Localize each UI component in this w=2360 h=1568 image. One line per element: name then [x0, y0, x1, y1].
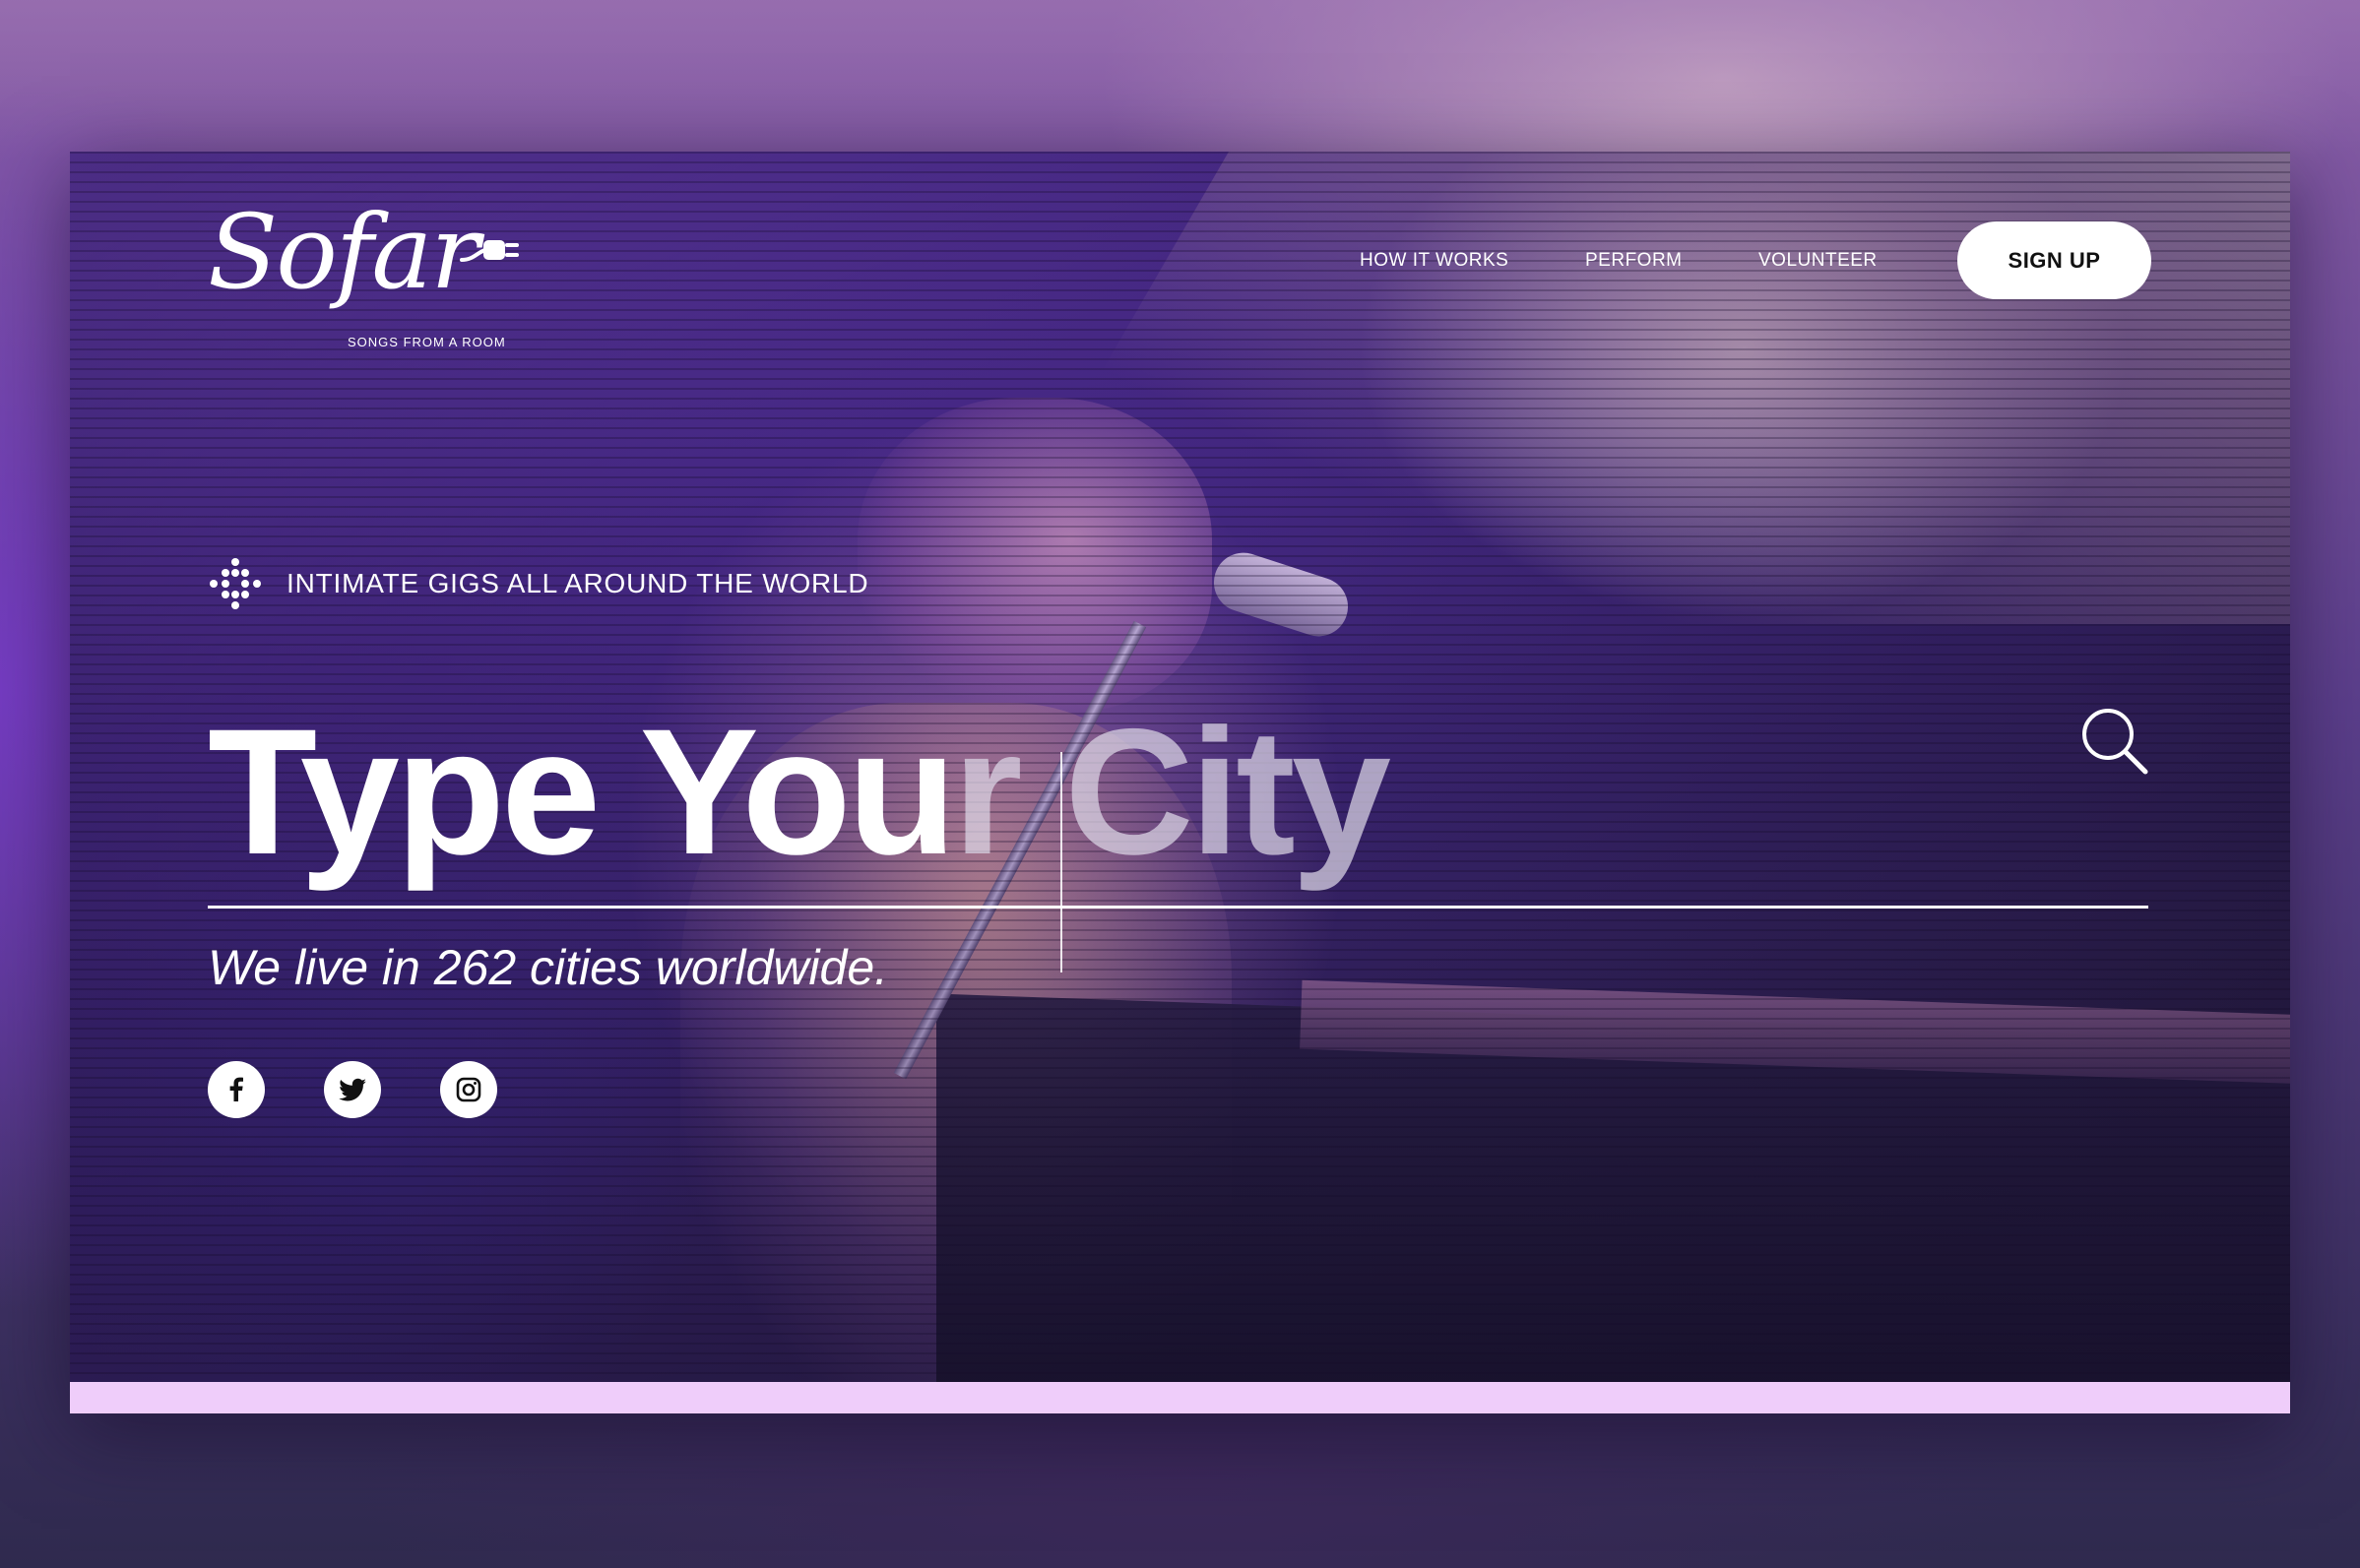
hero-section: Sofar SONGS FROM A ROOM HOW IT WORKS PER… [70, 152, 2290, 1382]
twitter-icon [339, 1078, 366, 1101]
facebook-link[interactable] [208, 1061, 265, 1118]
search-icon[interactable] [2078, 705, 2149, 776]
nav-perform[interactable]: PERFORM [1585, 250, 1683, 272]
page-backdrop [0, 0, 2360, 157]
facebook-icon [229, 1077, 243, 1101]
nav-how-it-works[interactable]: HOW IT WORKS [1360, 250, 1508, 272]
logo-tagline: SONGS FROM A ROOM [348, 335, 506, 349]
cities-count-subtitle: We live in 262 cities worldwide. [208, 940, 889, 995]
hero-tagline: INTIMATE GIGS ALL AROUND THE WORLD [208, 556, 868, 611]
city-search-input[interactable]: Type Your City [208, 673, 1391, 909]
sign-up-button[interactable]: SIGN UP [1957, 221, 2151, 299]
dots-diamond-icon [210, 558, 261, 609]
city-typed-text: Type You [208, 691, 957, 892]
nav-volunteer[interactable]: VOLUNTEER [1758, 250, 1878, 272]
search-underline [208, 906, 2148, 909]
city-search-field[interactable]: Type Your City [208, 673, 2147, 972]
instagram-icon [456, 1077, 481, 1102]
text-caret [1060, 752, 1062, 972]
landing-page-frame: Sofar SONGS FROM A ROOM HOW IT WORKS PER… [70, 152, 2290, 1413]
twitter-link[interactable] [324, 1061, 381, 1118]
city-placeholder-remainder: r City [952, 691, 1391, 892]
instagram-link[interactable] [440, 1061, 497, 1118]
accent-strip [70, 1382, 2290, 1413]
tagline-text: INTIMATE GIGS ALL AROUND THE WORLD [287, 568, 869, 598]
